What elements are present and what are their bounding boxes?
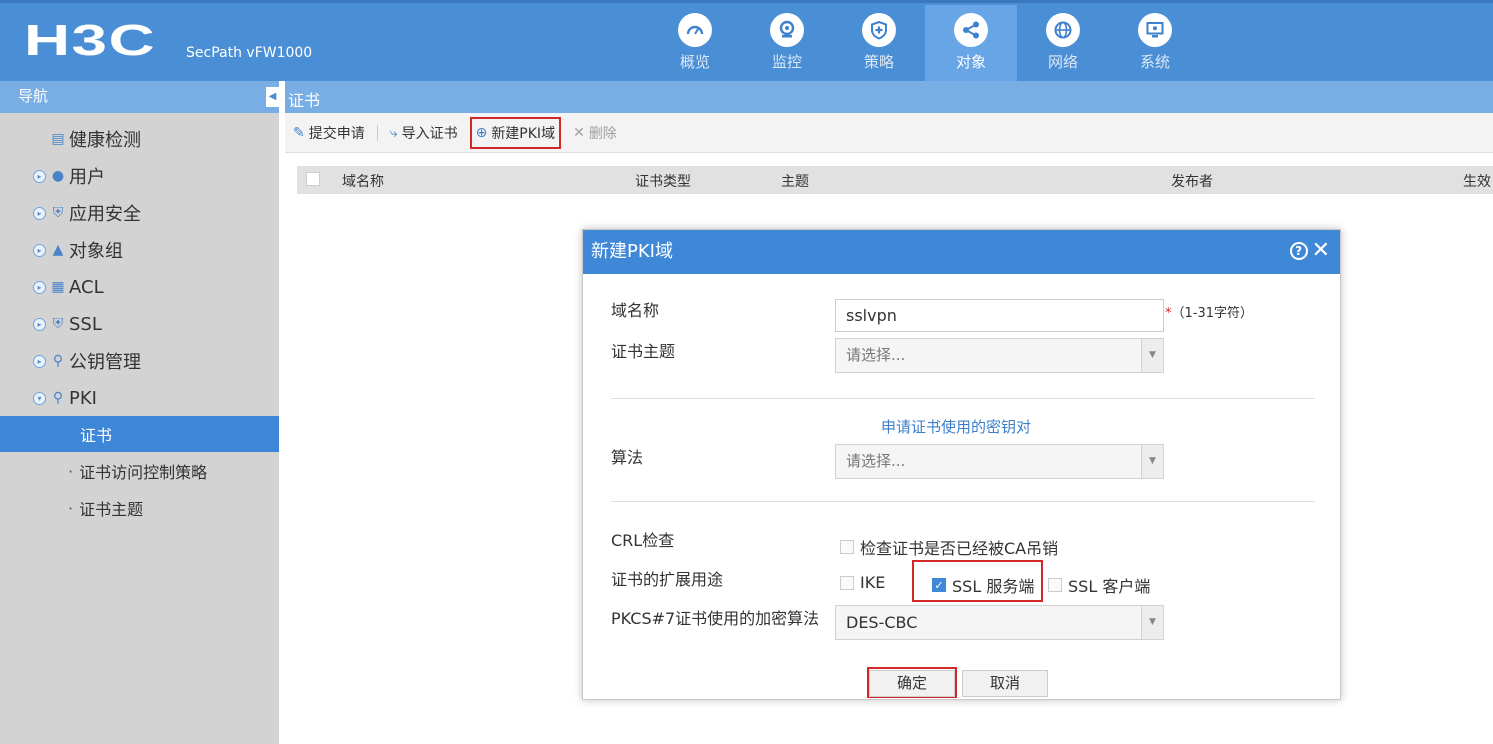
import-cert-button[interactable]: ⤷ 导入证书	[386, 117, 462, 149]
shield-plus-icon	[862, 13, 896, 47]
expand-icon[interactable]: ▸	[33, 243, 46, 257]
sidebar-item-public-key[interactable]: ▸ ⚲ 公钥管理	[0, 343, 279, 379]
user-icon: ●	[51, 168, 65, 184]
left-sidebar: 导航 ◀ ▤ 健康检测 ▸ ● 用户 ▸ ⛨ 应用安全 ▸ ▲ 对象组 ▸ ▦ …	[0, 81, 279, 744]
nav-system[interactable]: 系统	[1109, 5, 1201, 84]
nav-monitor[interactable]: 监控	[741, 5, 833, 84]
object-group-icon: ▲	[52, 242, 64, 258]
crl-check-label: CRL检查	[611, 531, 675, 550]
help-icon[interactable]: ?	[1289, 242, 1308, 260]
sidebar-title: 导航	[0, 81, 279, 113]
sidebar-item-user[interactable]: ▸ ● 用户	[0, 158, 279, 194]
edit-doc-icon: ✎	[293, 124, 305, 141]
expand-icon[interactable]: ▸	[33, 280, 46, 294]
column-header[interactable]: 域名称	[342, 171, 384, 191]
chevron-down-icon: ▼	[1141, 445, 1163, 478]
cert-subject-label: 证书主题	[611, 342, 676, 361]
keypair-section-title: 申请证书使用的密钥对	[881, 418, 1032, 436]
column-header[interactable]: 生效	[1463, 171, 1491, 191]
key-icon: ⚲	[52, 353, 64, 369]
domain-name-input[interactable]: sslvpn	[835, 299, 1164, 332]
nav-network[interactable]: 网络	[1017, 5, 1109, 84]
cancel-button[interactable]: 取消	[962, 670, 1048, 697]
monitor-icon	[770, 13, 804, 47]
nav-object[interactable]: 对象	[925, 5, 1017, 84]
top-nav: 概览 监控 策略 对象 网络 系统	[649, 5, 1201, 84]
sidebar-subitem-cert-subject[interactable]: · 证书主题	[0, 490, 279, 526]
nav-label: 策略	[863, 53, 894, 71]
ext-usage-label: 证书的扩展用途	[611, 570, 724, 589]
nav-label: 监控	[771, 53, 802, 71]
dialog-title-bar: 新建PKI域 ? ✕	[583, 230, 1340, 274]
submit-request-button[interactable]: ✎ 提交申请	[289, 117, 369, 149]
nav-label: 网络	[1047, 53, 1078, 71]
sidebar-item-object-group[interactable]: ▸ ▲ 对象组	[0, 232, 279, 268]
nav-overview[interactable]: 概览	[649, 5, 741, 84]
select-all-checkbox[interactable]	[306, 172, 320, 186]
sidebar-item-acl[interactable]: ▸ ▦ ACL	[0, 269, 279, 305]
crl-check-checkbox[interactable]: 检查证书是否已经被CA吊销	[840, 535, 1058, 559]
check-icon: ✓	[932, 578, 946, 592]
domain-name-hint: *（1-31字符）	[1165, 306, 1254, 321]
sidebar-item-ssl[interactable]: ▸ ⛨ SSL	[0, 306, 279, 342]
close-icon[interactable]: ✕	[1312, 240, 1330, 262]
breadcrumb-bar: 证书	[285, 81, 1493, 113]
delete-button[interactable]: ✕ 删除	[569, 117, 621, 149]
h3c-logo: H3C	[24, 16, 156, 65]
column-header[interactable]: 主题	[781, 171, 809, 191]
expand-icon[interactable]: ▸	[33, 206, 46, 220]
cert-subject-select[interactable]: 请选择... ▼	[835, 338, 1164, 373]
expand-icon[interactable]: ▸	[33, 354, 46, 368]
chevron-down-icon: ▼	[1141, 606, 1163, 639]
nav-label: 对象	[955, 53, 986, 71]
expand-icon[interactable]: ▸	[33, 169, 46, 183]
collapse-sidebar-button[interactable]: ◀	[266, 87, 279, 107]
gauge-icon	[678, 13, 712, 47]
pkcs7-algorithm-select[interactable]: DES-CBC ▼	[835, 605, 1164, 640]
import-icon: ⤷	[389, 124, 398, 141]
pki-key-icon: ⚲	[52, 390, 64, 406]
nav-label: 系统	[1139, 53, 1170, 71]
chevron-down-icon: ▼	[1141, 339, 1163, 372]
health-check-icon: ▤	[51, 131, 65, 147]
sidebar-item-app-security[interactable]: ▸ ⛨ 应用安全	[0, 195, 279, 231]
expand-icon[interactable]: ▸	[33, 317, 46, 331]
sidebar-subitem-cert-access-policy[interactable]: · 证书访问控制策略	[0, 453, 279, 489]
expand-icon[interactable]: ▾	[33, 391, 46, 405]
domain-name-label: 域名称	[611, 301, 660, 320]
sidebar-subitem-certificate[interactable]: 证书	[0, 416, 279, 452]
desktop-icon	[1138, 13, 1172, 47]
ssl-server-checkbox[interactable]: ✓ SSL 服务端	[932, 573, 1034, 597]
product-name: SecPath vFW1000	[186, 45, 313, 61]
dialog-title: 新建PKI域	[591, 241, 673, 262]
sidebar-item-pki[interactable]: ▾ ⚲ PKI	[0, 380, 279, 416]
table-header: 域名称 证书类型 主题 发布者 生效	[297, 166, 1493, 194]
breadcrumb: 证书	[288, 91, 321, 110]
sidebar-item-health-check[interactable]: ▤ 健康检测	[0, 121, 279, 157]
ok-button[interactable]: 确定	[869, 670, 955, 697]
algorithm-select[interactable]: 请选择... ▼	[835, 444, 1164, 479]
ssl-client-checkbox[interactable]: SSL 客户端	[1048, 573, 1150, 597]
top-header: H3C SecPath vFW1000 概览 监控 策略 对象 网络 系统	[0, 0, 1493, 84]
toolbar: ✎ 提交申请 ⤷ 导入证书 ⊕ 新建PKI域 ✕ 删除	[285, 113, 1493, 153]
algorithm-label: 算法	[611, 448, 644, 467]
new-pki-domain-button[interactable]: ⊕ 新建PKI域	[469, 116, 562, 149]
add-circle-icon: ⊕	[475, 124, 488, 141]
column-header[interactable]: 证书类型	[635, 171, 691, 191]
app-security-icon: ⛨	[52, 205, 64, 221]
share-icon	[954, 13, 988, 47]
pkcs7-label: PKCS#7证书使用的加密算法	[611, 609, 820, 628]
close-icon: ✕	[573, 124, 585, 141]
nav-label: 概览	[679, 53, 710, 71]
acl-icon: ▦	[51, 279, 65, 295]
ssl-shield-icon: ⛨	[52, 316, 64, 332]
column-header[interactable]: 发布者	[1171, 171, 1213, 191]
nav-policy[interactable]: 策略	[833, 5, 925, 84]
ike-checkbox[interactable]: IKE	[840, 573, 885, 592]
new-pki-domain-dialog: 新建PKI域 ? ✕ 域名称 sslvpn *（1-31字符） 证书主题 请选择…	[582, 229, 1341, 700]
globe-icon	[1046, 13, 1080, 47]
